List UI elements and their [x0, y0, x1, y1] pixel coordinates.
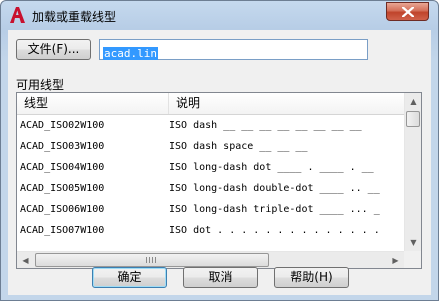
list-item[interactable]: ACAD_ISO03W100 ISO dash space __ __ __ — [17, 136, 404, 157]
list-header: 线型 说明 — [17, 93, 404, 115]
autocad-logo-icon — [10, 7, 25, 23]
load-linetype-dialog: 加载或重载线型 文件(F)... acad.lin 可用线型 线型 说明 ACA… — [0, 0, 439, 301]
file-button[interactable]: 文件(F)... — [16, 39, 91, 60]
linetype-description: ISO long-dash double-dot ____ .. __ — [169, 183, 380, 194]
close-button[interactable] — [386, 2, 429, 21]
close-icon — [402, 7, 414, 17]
linetype-description: ISO dash __ __ __ __ __ __ __ __ — [169, 120, 362, 131]
scroll-up-arrow-icon[interactable]: ▲ — [405, 93, 421, 110]
horizontal-scrollbar[interactable]: ◀ ▶ — [17, 251, 404, 268]
list-item[interactable]: ACAD_ISO02W100 ISO dash __ __ __ __ __ _… — [17, 115, 404, 136]
file-name-field[interactable]: acad.lin — [99, 39, 368, 60]
linetype-description: ISO dash space __ __ __ — [169, 141, 308, 152]
column-header-linetype[interactable]: 线型 — [17, 93, 169, 114]
scroll-left-arrow-icon[interactable]: ◀ — [17, 252, 34, 268]
linetype-description: ISO long-dash triple-dot ____ ... _ — [169, 204, 380, 215]
file-name-value: acad.lin — [103, 47, 158, 60]
window-title: 加载或重载线型 — [32, 10, 117, 24]
list-item[interactable]: ACAD_ISO06W100 ISO long-dash triple-dot … — [17, 199, 404, 220]
scroll-grip-icon — [146, 257, 158, 263]
linetype-description: ISO dot . . . . . . . . . . . . . . — [169, 225, 380, 236]
linetype-name: ACAD_ISO06W100 — [20, 204, 105, 215]
scrollbar-corner — [404, 251, 421, 268]
list-item[interactable]: ACAD_ISO07W100 ISO dot . . . . . . . . .… — [17, 220, 404, 241]
linetype-name: ACAD_ISO05W100 — [20, 183, 105, 194]
scroll-right-arrow-icon[interactable]: ▶ — [387, 252, 404, 268]
help-button[interactable]: 帮助(H) — [274, 267, 349, 288]
dialog-body: 文件(F)... acad.lin 可用线型 线型 说明 ACAD_ISO02W… — [8, 30, 431, 295]
vertical-scroll-thumb[interactable] — [406, 111, 420, 127]
ok-button[interactable]: 确定 — [92, 267, 167, 288]
horizontal-scroll-thumb[interactable] — [35, 253, 269, 267]
linetype-name: ACAD_ISO04W100 — [20, 162, 105, 173]
list-item[interactable]: ACAD_ISO05W100 ISO long-dash double-dot … — [17, 178, 404, 199]
list-item[interactable]: ACAD_ISO04W100 ISO long-dash dot ____ . … — [17, 157, 404, 178]
available-linetypes-label: 可用线型 — [16, 78, 65, 92]
scroll-down-arrow-icon[interactable]: ▼ — [405, 234, 421, 251]
column-header-description[interactable]: 说明 — [169, 93, 404, 114]
linetype-description: ISO long-dash dot ____ . ____ . __ — [169, 162, 374, 173]
linetype-name: ACAD_ISO07W100 — [20, 225, 105, 236]
cancel-button[interactable]: 取消 — [183, 267, 258, 288]
title-bar[interactable]: 加载或重载线型 — [1, 1, 438, 29]
linetype-name: ACAD_ISO02W100 — [20, 120, 105, 131]
linetype-name: ACAD_ISO03W100 — [20, 141, 105, 152]
vertical-scrollbar[interactable]: ▲ ▼ — [404, 93, 421, 251]
linetype-list[interactable]: 线型 说明 ACAD_ISO02W100 ISO dash __ __ __ _… — [16, 92, 422, 269]
list-rows: ACAD_ISO02W100 ISO dash __ __ __ __ __ _… — [17, 115, 404, 253]
